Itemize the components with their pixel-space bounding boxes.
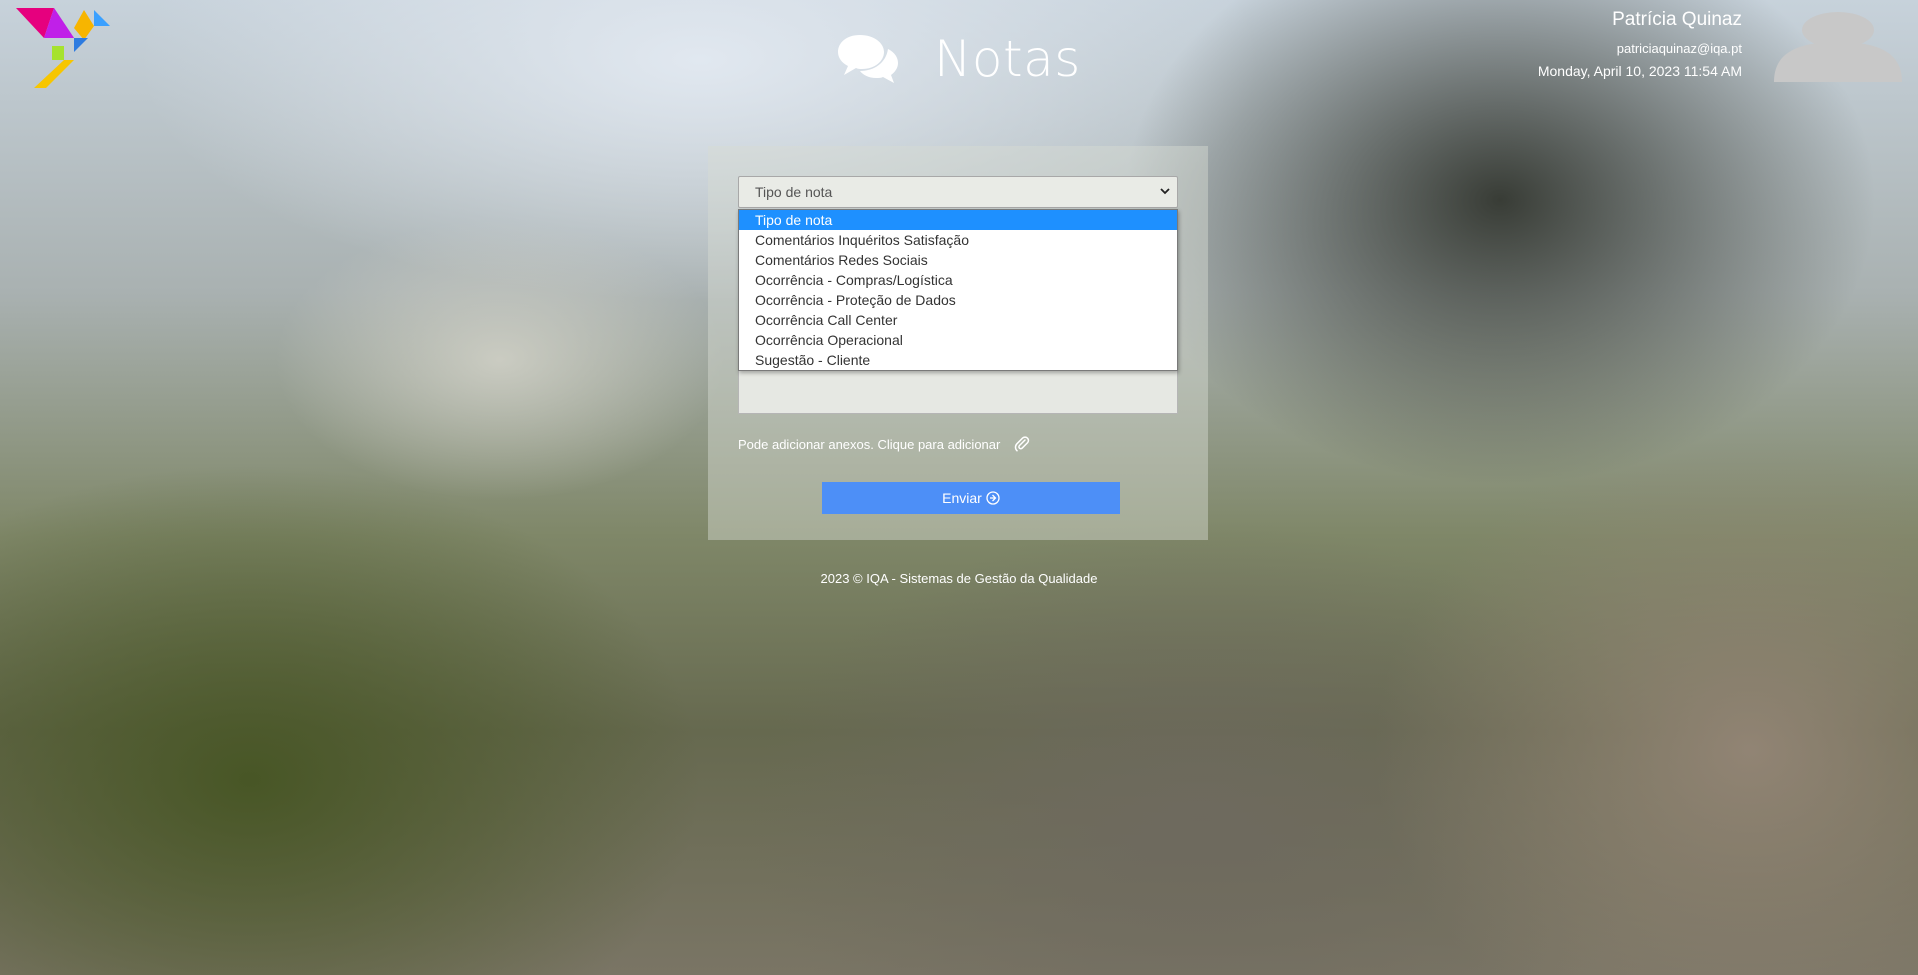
chevron-down-icon (1160, 188, 1170, 195)
user-email: patriciaquinaz@iqa.pt (1616, 41, 1742, 56)
dropdown-option-ocorrencia-operacional[interactable]: Ocorrência Operacional (739, 330, 1177, 350)
paperclip-icon[interactable] (1014, 436, 1030, 452)
submit-button[interactable]: Enviar (822, 482, 1120, 514)
user-avatar-icon[interactable] (1772, 12, 1904, 82)
user-info: Patrícia Quinaz patriciaquinaz@iqa.pt Mo… (1538, 8, 1742, 80)
dropdown-option-comentarios-inqueritos[interactable]: Comentários Inquéritos Satisfação (739, 230, 1177, 250)
note-form-panel: Tipo de nota Tipo de nota Comentários In… (708, 146, 1208, 540)
note-type-select[interactable]: Tipo de nota (738, 176, 1178, 208)
dropdown-option-comentarios-redes-sociais[interactable]: Comentários Redes Sociais (739, 250, 1177, 270)
submit-button-label: Enviar (942, 490, 982, 506)
user-datetime: Monday, April 10, 2023 11:54 AM (1537, 63, 1742, 79)
dropdown-option-ocorrencia-compras[interactable]: Ocorrência - Compras/Logística (739, 270, 1177, 290)
dropdown-option-ocorrencia-call-center[interactable]: Ocorrência Call Center (739, 310, 1177, 330)
attachments-text: Pode adicionar anexos. Clique para adici… (738, 436, 1001, 452)
note-type-selected-value: Tipo de nota (755, 184, 833, 200)
user-name: Patrícia Quinaz (1612, 9, 1742, 30)
dropdown-option-ocorrencia-protecao-dados[interactable]: Ocorrência - Proteção de Dados (739, 290, 1177, 310)
attachments-row[interactable]: Pode adicionar anexos. Clique para adici… (738, 436, 1030, 452)
note-type-dropdown-list: Tipo de nota Comentários Inquéritos Sati… (738, 209, 1178, 371)
dropdown-option-sugestao-cliente[interactable]: Sugestão - Cliente (739, 350, 1177, 370)
arrow-circle-right-icon (986, 491, 1000, 505)
tangram-bird-logo (16, 8, 110, 88)
footer-copyright: 2023 © IQA - Sistemas de Gestão da Quali… (820, 571, 1098, 586)
dropdown-option-tipo-de-nota[interactable]: Tipo de nota (739, 210, 1177, 230)
page-header: Notas (836, 30, 1081, 88)
page-title: Notas (934, 30, 1081, 88)
chat-bubbles-icon (838, 35, 898, 83)
